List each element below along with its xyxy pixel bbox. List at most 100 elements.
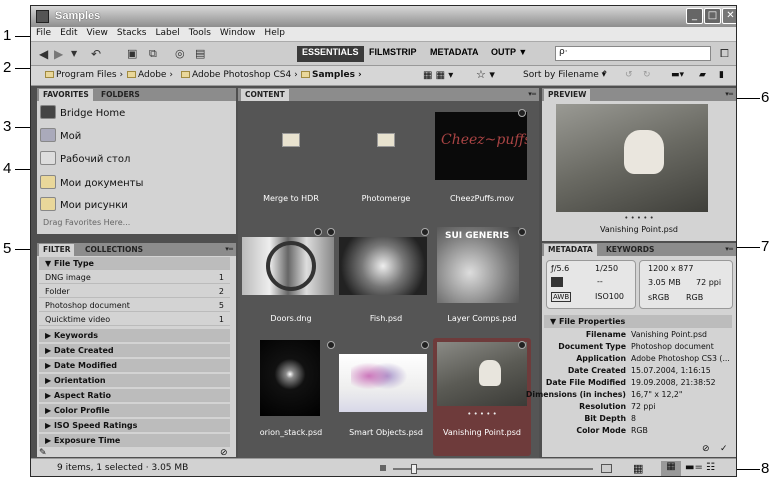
menu-view[interactable]: View <box>82 27 112 38</box>
forward-arrow-icon[interactable]: ▶ <box>54 47 63 61</box>
breadcrumb-item[interactable]: Program Files › <box>45 70 123 80</box>
favorite-item[interactable]: Мои рисунки <box>40 196 128 216</box>
filter-file-type-header[interactable]: ▼ File Type <box>39 257 230 270</box>
app-icon <box>36 10 49 23</box>
tab-favorites[interactable]: FAVORITES <box>39 89 93 101</box>
output-icon[interactable]: ▤ <box>195 47 205 61</box>
metadata-row: Filename Vanishing Point.psd <box>585 330 707 339</box>
filter-category[interactable]: ▶ ISO Speed Ratings <box>39 419 230 432</box>
maximize-button[interactable]: □ <box>704 8 721 24</box>
filter-row[interactable]: DNG image 1 <box>39 271 230 284</box>
camera-icon[interactable]: ▣ <box>127 47 137 61</box>
filter-category[interactable]: ▶ Date Created <box>39 344 230 357</box>
sort-ascending-icon[interactable]: ⌃ <box>601 70 609 80</box>
menu-file[interactable]: File <box>31 27 55 38</box>
favorite-item[interactable]: Рабочий стол <box>40 150 130 170</box>
menu-label[interactable]: Label <box>150 27 183 38</box>
rating-stars[interactable]: • • • • • <box>433 410 531 418</box>
thumbnail-size-slider[interactable] <box>393 468 593 470</box>
back-arrow-icon[interactable]: ◀ <box>39 47 48 61</box>
rotate-right-icon[interactable]: ↻ <box>643 70 651 80</box>
tab-filter[interactable]: FILTER <box>39 244 75 256</box>
tab-keywords[interactable]: KEYWORDS <box>602 244 658 256</box>
menu-tools[interactable]: Tools <box>184 27 215 38</box>
recent-dropdown-icon[interactable]: ▼ <box>71 49 77 63</box>
breadcrumb-item[interactable]: Adobe › <box>127 70 173 80</box>
filter-row[interactable]: Quicktime video 1 <box>39 313 230 326</box>
panel-menu-icon[interactable]: ▾═ <box>725 245 733 253</box>
filter-category[interactable]: ▶ Exposure Time <box>39 434 230 447</box>
new-folder-icon[interactable]: ▰ <box>699 70 706 80</box>
quality-icon[interactable]: ▦ ▦ ▾ <box>423 70 453 81</box>
clear-filter-icon[interactable]: ⊘ <box>220 448 228 458</box>
tab-metadata[interactable]: METADATA <box>544 244 597 256</box>
rotate-left-icon[interactable]: ↺ <box>625 70 633 80</box>
panel-menu-icon[interactable]: ▾═ <box>528 90 536 98</box>
view-list-icon[interactable]: ☷ <box>706 462 715 473</box>
apply-check-icon[interactable]: ✓ <box>720 444 728 454</box>
thumbnail-item[interactable]: Photomerge <box>337 106 435 224</box>
menu-help[interactable]: Help <box>259 27 289 38</box>
reveal-recent-icon[interactable]: ↶ <box>91 47 101 61</box>
workspace-output[interactable]: OUTP ▼ <box>486 46 532 62</box>
preview-panel: PREVIEW ▾═ • • • • • Vanishing Point.psd <box>542 88 736 241</box>
title-bar[interactable]: Samples _ □ ✕ <box>31 6 736 27</box>
favorite-item[interactable]: Bridge Home <box>40 104 125 124</box>
menu-window[interactable]: Window <box>215 27 260 38</box>
tab-preview[interactable]: PREVIEW <box>544 89 591 101</box>
thumbnail-item-selected[interactable]: • • • • • Vanishing Point.psd <box>433 338 531 456</box>
star-filter-icon[interactable]: ☆ ▾ <box>476 68 495 81</box>
search-input[interactable]: ρ· <box>555 46 711 61</box>
filter-category[interactable]: ▶ Orientation <box>39 374 230 387</box>
panel-menu-icon[interactable]: ▾═ <box>725 90 733 98</box>
sort-dropdown[interactable]: Sort by Filename ▾ <box>523 70 606 80</box>
cancel-icon[interactable]: ⊘ <box>702 444 710 454</box>
minimize-button[interactable]: _ <box>686 8 703 24</box>
tab-content[interactable]: CONTENT <box>241 89 289 101</box>
thumbnail-item[interactable]: Fish.psd <box>337 225 435 343</box>
workspace-metadata[interactable]: METADATA <box>425 46 484 62</box>
open-folder-icon[interactable]: ▬▾ <box>671 70 684 80</box>
filter-category[interactable]: ▶ Aspect Ratio <box>39 389 230 402</box>
workspace-essentials[interactable]: ESSENTIALS <box>297 46 364 62</box>
thumbnail-item[interactable]: Cheez~puffs CheezPuffs.mov <box>433 106 531 224</box>
large-thumbnail-icon[interactable] <box>601 464 612 473</box>
file-properties-header[interactable]: ▼ File Properties <box>544 315 732 328</box>
menu-stacks[interactable]: Stacks <box>112 27 151 38</box>
thumbnail-item[interactable]: orion_stack.psd <box>242 338 340 456</box>
preview-rating[interactable]: • • • • • <box>542 214 736 222</box>
compact-mode-icon[interactable]: ⧠ <box>720 47 729 61</box>
favorite-item[interactable]: Мои документы <box>40 174 143 194</box>
trash-icon[interactable]: ▮ <box>719 70 724 80</box>
filter-row[interactable]: Photoshop document 5 <box>39 299 230 312</box>
thumbnail-item[interactable]: Doors.dng <box>242 225 340 343</box>
refine-icon[interactable]: ⧉ <box>149 47 157 61</box>
thumbnail-item[interactable]: Smart Objects.psd <box>337 338 435 456</box>
callout-6: 6 <box>761 89 770 106</box>
pin-icon[interactable]: ✎ <box>39 448 47 458</box>
open-in-camera-raw-icon[interactable]: ◎ <box>175 47 185 61</box>
preview-caption: Vanishing Point.psd <box>600 225 678 234</box>
preview-image[interactable] <box>556 104 708 212</box>
breadcrumb-item[interactable]: Adobe Photoshop CS4 › <box>181 70 298 80</box>
thumbnail-item[interactable]: SUI GENERIS Layer Comps.psd <box>433 225 531 343</box>
slider-handle[interactable] <box>411 464 417 474</box>
tab-collections[interactable]: COLLECTIONS <box>81 244 147 256</box>
filter-category[interactable]: ▶ Color Profile <box>39 404 230 417</box>
filter-category[interactable]: ▶ Keywords <box>39 329 230 342</box>
tab-folders[interactable]: FOLDERS <box>97 89 144 101</box>
small-thumbnail-icon[interactable] <box>380 465 386 471</box>
view-details-icon[interactable]: ▬= <box>685 462 703 473</box>
workspace-filmstrip[interactable]: FILMSTRIP <box>364 46 422 62</box>
thumbnail-item[interactable]: Merge to HDR <box>242 106 340 224</box>
menu-edit[interactable]: Edit <box>55 27 81 38</box>
filter-category[interactable]: ▶ Date Modified <box>39 359 230 372</box>
breadcrumb-item[interactable]: Samples › <box>301 70 362 80</box>
panel-menu-icon[interactable]: ▾═ <box>225 245 233 253</box>
favorite-item[interactable]: Мой <box>40 127 81 147</box>
grid-lock-icon[interactable]: ▦ <box>633 462 643 475</box>
filter-row[interactable]: Folder 2 <box>39 285 230 298</box>
favorites-panel: FAVORITES FOLDERS Bridge Home Мой Рабочи… <box>37 88 236 234</box>
view-thumbnails-icon[interactable]: ▦ <box>661 461 681 476</box>
close-button[interactable]: ✕ <box>722 8 736 24</box>
